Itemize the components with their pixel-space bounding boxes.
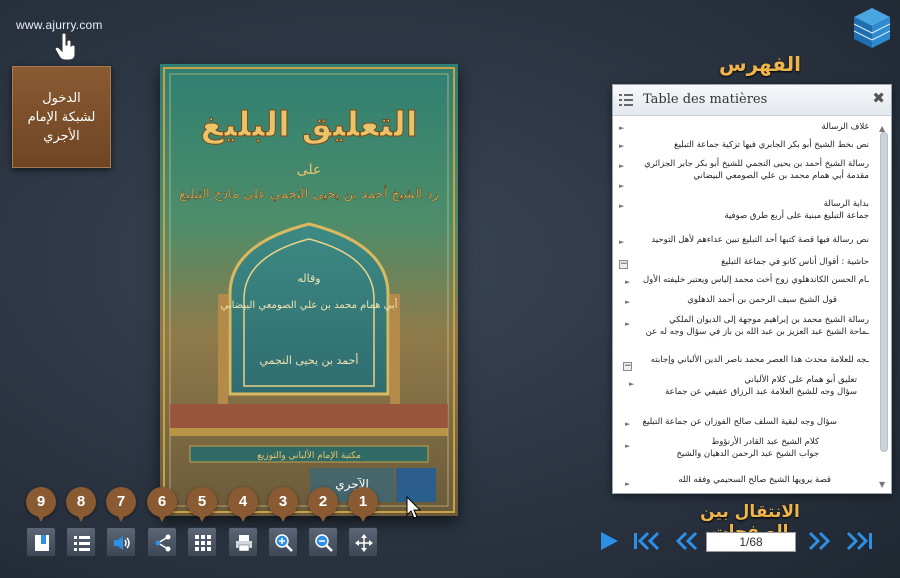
table-of-contents-button[interactable] [66, 527, 96, 557]
tool-number-badge: 1 [348, 487, 378, 522]
site-logo-icon [853, 8, 891, 48]
site-url-link[interactable]: www.ajurry.com [16, 18, 103, 32]
book-subtitle-b: رد الشيخ أحمد بن يحيى النجمي على مادح ال… [179, 185, 439, 202]
toc-item[interactable]: نص رسالة فيها قصة كتبها أحد التبليغ تبين… [651, 234, 869, 246]
toc-item[interactable]: سؤال وجه لبقية السلف صالح الفوزان عن جما… [643, 416, 837, 428]
tool-number-badge: 5 [187, 487, 217, 522]
zoom-in-icon [275, 534, 293, 552]
bullet-icon: ► [625, 480, 631, 488]
tool-number-badge: 6 [147, 487, 177, 522]
toc-title: Table des matières [643, 92, 768, 107]
close-icon[interactable]: ✖ [872, 89, 885, 107]
table-of-contents-icon [74, 536, 90, 551]
collapse-icon[interactable]: − [623, 362, 632, 371]
bullet-icon: ► [619, 182, 625, 190]
bullet-icon: ► [625, 420, 631, 428]
tool-number-badge: 3 [268, 487, 298, 522]
login-line-2: لشبكة الإمام [27, 109, 96, 125]
collapse-icon[interactable]: − [619, 260, 628, 269]
sound-icon [114, 536, 130, 550]
toc-item[interactable]: تعليق أبو همام على كلام الألباني سؤال وجه… [665, 374, 857, 398]
login-line-3: الأجري [43, 128, 80, 144]
toc-header: Table des matières ✖ [613, 85, 891, 116]
mouse-cursor-icon [406, 496, 422, 519]
print-button[interactable] [228, 527, 258, 557]
bullet-icon: ► [619, 142, 625, 150]
list-icon [619, 94, 633, 106]
share-button[interactable] [147, 527, 177, 557]
zoom-out-icon [315, 534, 333, 552]
toc-item[interactable]: قصة يرويها الشيخ صالح السحيمي وفقه الله [678, 474, 831, 486]
tool-number-badge: 4 [228, 487, 258, 522]
scroll-thumb[interactable] [880, 132, 888, 452]
bookmark-button[interactable] [26, 527, 56, 557]
tool-number-badge: 9 [26, 487, 56, 522]
book-publisher-line: مكتبة الإمام الألباني والتوزيع [257, 449, 361, 461]
toc-item[interactable]: بداية الرسالة جماعة التبليغ مبنية على أرب… [724, 198, 869, 222]
toc-item[interactable]: ـام الحسن الكاندهلوي زوج أخت محمد إلياس … [643, 274, 869, 286]
toc-heading: الفهرس [718, 52, 801, 76]
toc-item[interactable]: رسالة الشيخ أحمد بن يحيى النجمي للشيخ أب… [644, 158, 869, 182]
book-author-line-2: أبي همام محمد بن علي الصومعي البيضاني [221, 298, 398, 311]
toc-panel: Table des matières ✖ ► غلاف الرسالة ► نص… [612, 84, 892, 494]
book-cover[interactable]: التعليق البليغ على رد الشيخ أحمد بن يحيى… [160, 64, 458, 516]
bullet-icon: ► [629, 380, 635, 388]
move-icon [355, 534, 373, 552]
book-title: التعليق البليغ [200, 105, 417, 145]
tool-number-badge: 8 [66, 487, 96, 522]
toc-item[interactable]: ـجه للعلامة محدث هذا العصر محمد ناصر الد… [651, 354, 869, 366]
toc-item[interactable]: حاشية : أقوال أناس كانو في جماعة التبليغ [721, 256, 869, 268]
next-page-icon[interactable] [806, 530, 832, 552]
scroll-down-icon[interactable]: ▼ [879, 480, 885, 489]
thumbnails-icon [195, 535, 211, 551]
bullet-icon: ► [625, 320, 631, 328]
bullet-icon: ► [619, 202, 625, 210]
hand-pointer-icon [55, 32, 76, 61]
bullet-icon: ► [619, 162, 625, 170]
zoom-out-button[interactable] [308, 527, 338, 557]
previous-page-icon[interactable] [674, 530, 700, 552]
play-icon[interactable] [598, 530, 620, 552]
tool-number-badge: 7 [106, 487, 136, 522]
thumbnails-button[interactable] [187, 527, 217, 557]
toc-item[interactable]: رسالة الشيخ محمد بن إبراهيم موجهة إلى ال… [646, 314, 869, 338]
sound-button[interactable] [106, 527, 136, 557]
login-line-1: الدخول [42, 90, 81, 106]
toc-list: ► غلاف الرسالة ► نص بخط الشيخ أبو بكر ال… [613, 116, 877, 492]
zoom-in-button[interactable] [268, 527, 298, 557]
toc-item[interactable]: قول الشيخ سيف الرحمن بن أحمد الدهلوي [687, 294, 837, 306]
move-button[interactable] [348, 527, 378, 557]
print-icon [236, 535, 252, 552]
bullet-icon: ► [619, 238, 625, 246]
login-button[interactable]: الدخول لشبكة الإمام الأجري [12, 66, 111, 168]
bullet-icon: ► [625, 278, 631, 286]
toc-scrollbar[interactable]: ▲ ▼ [878, 124, 890, 490]
bookmark-icon [35, 535, 49, 551]
bullet-icon: ► [625, 298, 631, 306]
toc-item[interactable]: كلام الشيخ عبد القادر الأرنؤوط جواب الشيخ… [677, 436, 819, 460]
book-author-line-1: وقاله [297, 272, 320, 285]
bullet-icon: ► [625, 442, 631, 450]
page-number-input[interactable]: 1/68 [706, 532, 796, 552]
tool-number-badge: 2 [308, 487, 338, 522]
last-page-icon[interactable] [844, 530, 874, 552]
first-page-icon[interactable] [632, 530, 662, 552]
share-icon [155, 534, 171, 552]
book-author-line-3: أحمد بن يحيى النجمي [260, 353, 359, 367]
book-subtitle-a: على [297, 162, 322, 178]
bullet-icon: ► [619, 124, 625, 132]
toc-item[interactable]: غلاف الرسالة [821, 121, 869, 133]
toc-item[interactable]: نص بخط الشيخ أبو بكر الجابري فيها تزكية … [674, 139, 869, 151]
